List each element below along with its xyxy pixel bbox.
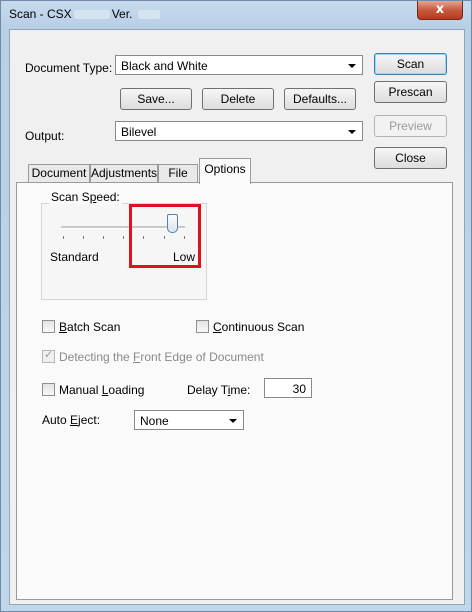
delay-time-input[interactable]: 30 <box>264 378 312 398</box>
slider-tick <box>123 236 124 239</box>
delay-time-label: Delay Time: <box>187 383 251 397</box>
redacted-version <box>137 10 160 20</box>
slider-tick <box>103 236 104 239</box>
auto-eject-label: Auto Eject: <box>42 413 101 427</box>
annotation-highlight-box <box>129 204 201 268</box>
window-close-button[interactable]: x <box>417 1 463 20</box>
manual-loading-checkbox[interactable] <box>42 383 55 396</box>
slider-tick <box>83 236 84 239</box>
output-label: Output: <box>25 129 65 143</box>
chevron-down-icon <box>348 64 356 68</box>
batch-scan-label[interactable]: Batch Scan <box>59 320 120 334</box>
preview-button[interactable]: Preview <box>374 115 447 137</box>
checkmark-icon: ✓ <box>44 348 54 361</box>
document-type-label: Document Type: <box>25 61 113 75</box>
window-title: Scan - CSX Ver. <box>9 7 162 21</box>
batch-scan-checkbox[interactable] <box>42 320 55 333</box>
auto-eject-value: None <box>140 414 169 428</box>
chevron-down-icon <box>348 130 356 134</box>
continuous-scan-checkbox[interactable] <box>196 320 209 333</box>
prescan-button[interactable]: Prescan <box>374 81 447 103</box>
chevron-down-icon <box>229 419 237 423</box>
title-bar[interactable]: Scan - CSX Ver. x <box>1 1 471 27</box>
delete-button[interactable]: Delete <box>202 88 274 110</box>
output-dropdown[interactable]: Bilevel <box>115 121 363 141</box>
delay-time-value: 30 <box>292 382 306 396</box>
save-button[interactable]: Save... <box>120 88 192 110</box>
document-type-value: Black and White <box>121 59 208 73</box>
front-edge-label[interactable]: Detecting the Front Edge of Document <box>59 350 264 364</box>
scan-button[interactable]: Scan <box>374 53 447 75</box>
scan-speed-min-label: Standard <box>50 250 99 264</box>
redacted-model <box>73 10 110 20</box>
tab-options[interactable]: Options <box>199 158 251 184</box>
scan-speed-label: Scan Speed: <box>49 190 122 204</box>
front-edge-checkbox[interactable]: ✓ <box>42 348 55 363</box>
output-value: Bilevel <box>121 125 157 139</box>
slider-tick <box>63 236 64 239</box>
auto-eject-dropdown[interactable]: None <box>134 410 244 430</box>
continuous-scan-label[interactable]: Continuous Scan <box>213 320 304 334</box>
document-type-dropdown[interactable]: Black and White <box>115 55 363 75</box>
manual-loading-label[interactable]: Manual Loading <box>59 383 144 397</box>
close-icon: x <box>435 2 445 17</box>
tab-file[interactable]: File <box>158 164 198 183</box>
tab-adjustments[interactable]: Adjustments <box>90 164 158 183</box>
tab-document[interactable]: Document <box>28 164 90 183</box>
close-button[interactable]: Close <box>374 147 447 169</box>
defaults-button[interactable]: Defaults... <box>284 88 356 110</box>
